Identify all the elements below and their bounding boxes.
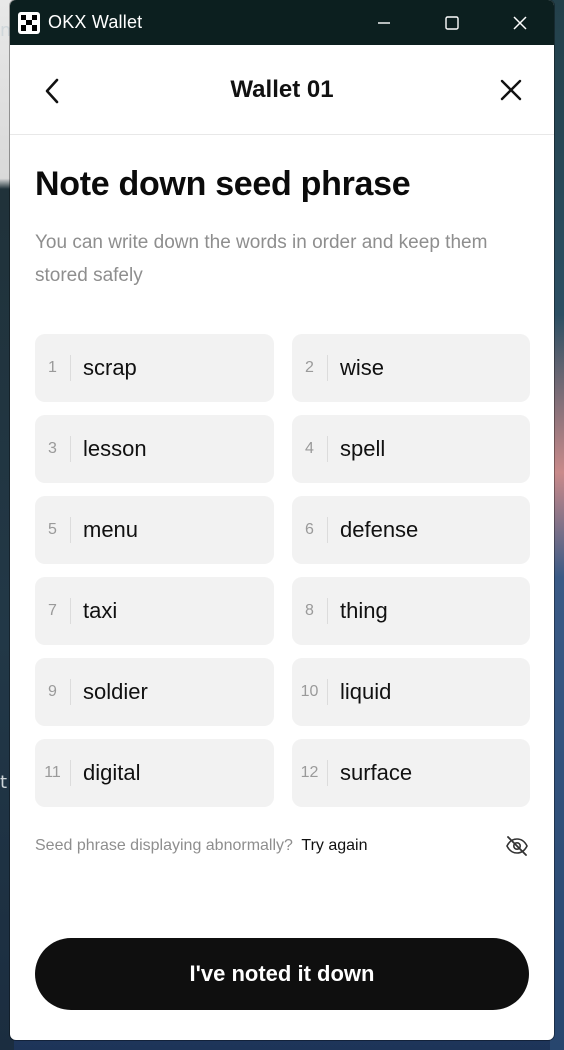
seed-word-card: 10 liquid — [292, 658, 530, 726]
seed-word-card: 3 lesson — [35, 415, 274, 483]
seed-word-index: 3 — [35, 436, 71, 462]
chevron-left-icon — [45, 78, 59, 104]
seed-word-card: 9 soldier — [35, 658, 274, 726]
try-again-link[interactable]: Try again — [301, 837, 367, 854]
seed-word-card: 7 taxi — [35, 577, 274, 645]
seed-word-index: 5 — [35, 517, 71, 543]
seed-word-index: 4 — [292, 436, 328, 462]
notice-text: Seed phrase displaying abnormally? — [35, 837, 293, 854]
window-title: OKX Wallet — [48, 12, 143, 32]
seed-word-index: 2 — [292, 355, 328, 381]
seed-word: defense — [340, 517, 419, 542]
seed-word-card: 2 wise — [292, 334, 530, 402]
back-button[interactable] — [40, 77, 64, 105]
noted-it-down-button[interactable]: I've noted it down — [35, 938, 529, 1010]
page-header: Wallet 01 — [10, 45, 554, 135]
seed-word-grid: 1 scrap 2 wise 3 lesson 4 spell 5 menu 6… — [35, 334, 530, 807]
seed-word-index: 9 — [35, 679, 71, 705]
seed-word: spell — [340, 436, 386, 461]
maximize-icon — [445, 15, 459, 30]
seed-word-index: 12 — [292, 760, 328, 786]
seed-word: liquid — [340, 679, 392, 704]
seed-word-card: 12 surface — [292, 739, 530, 807]
seed-word-index: 1 — [35, 355, 71, 381]
seed-phrase-heading: Note down seed phrase — [35, 165, 411, 203]
window-close-button[interactable] — [486, 0, 554, 45]
seed-word: taxi — [83, 598, 118, 623]
seed-word-index: 8 — [292, 598, 328, 624]
seed-word: thing — [340, 598, 388, 623]
seed-word: lesson — [83, 436, 147, 461]
page-title: Wallet 01 — [230, 75, 334, 103]
seed-phrase-description: You can write down the words in order an… — [35, 232, 488, 286]
seed-word-index: 7 — [35, 598, 71, 624]
seed-word-card: 4 spell — [292, 415, 530, 483]
seed-word: soldier — [83, 679, 148, 704]
seed-word-card: 1 scrap — [35, 334, 274, 402]
display-issue-notice: Seed phrase displaying abnormally? Try a… — [35, 833, 530, 859]
notice-text-wrapper: Seed phrase displaying abnormally? Try a… — [35, 837, 368, 855]
minimize-button[interactable] — [350, 0, 418, 45]
title-bar[interactable]: OKX Wallet — [10, 0, 554, 45]
seed-word-card: 5 menu — [35, 496, 274, 564]
minimize-icon — [378, 21, 390, 24]
seed-word-card: 11 digital — [35, 739, 274, 807]
seed-word-card: 6 defense — [292, 496, 530, 564]
seed-word-index: 10 — [292, 679, 328, 705]
desktop-text-fragment: t — [0, 772, 8, 793]
close-button[interactable] — [498, 77, 524, 103]
seed-word: menu — [83, 517, 139, 542]
okx-wallet-window: OKX Wallet Wallet 01 Note down seed phra… — [10, 0, 554, 1040]
hide-seed-toggle[interactable] — [504, 833, 530, 859]
close-icon — [500, 79, 522, 101]
seed-word: digital — [83, 760, 141, 785]
seed-word: wise — [340, 355, 385, 380]
maximize-button[interactable] — [418, 0, 486, 45]
seed-word: surface — [340, 760, 413, 785]
main-content: Note down seed phrase You can write down… — [10, 165, 554, 859]
seed-word-index: 6 — [292, 517, 328, 543]
seed-word-index: 11 — [35, 760, 71, 786]
okx-logo-icon — [18, 11, 40, 34]
eye-off-icon — [506, 836, 528, 856]
seed-word: scrap — [83, 355, 137, 380]
close-icon — [513, 15, 527, 30]
seed-word-card: 8 thing — [292, 577, 530, 645]
